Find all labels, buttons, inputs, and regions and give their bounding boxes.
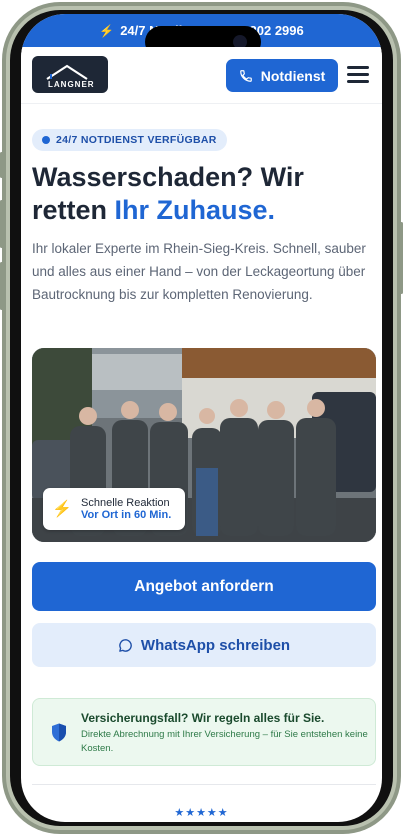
phone-screen: ⚡ 24/7 Notdienst: 0171 202 2996 LANGNER … (21, 14, 382, 822)
logo-wordmark: LANGNER (48, 80, 95, 89)
side-button-volume-up (0, 200, 3, 248)
hero-title-accent: Ihr Zuhause. (114, 195, 276, 225)
whatsapp-label: WhatsApp schreiben (140, 636, 291, 654)
quick-response-card: ⚡ Schnelle Reaktion Vor Ort in 60 Min. (43, 488, 185, 530)
quick-response-title: Schnelle Reaktion (81, 497, 170, 509)
phone-icon (239, 69, 252, 82)
hero-lead-text: Ihr lokaler Experte im Rhein-Sieg-Kreis.… (32, 241, 366, 302)
hero-title: Wasserschaden? Wir retten Ihr Zuhause. (32, 161, 372, 227)
notdienst-label: Notdienst (260, 67, 326, 84)
shield-icon (52, 723, 66, 742)
availability-badge: 24/7 NOTDIENST VERFÜGBAR (32, 129, 227, 151)
house-roof-icon (46, 64, 88, 80)
insurance-title: Versicherungsfall? Wir regeln alles für … (81, 711, 325, 725)
notdienst-button[interactable]: Notdienst (226, 59, 338, 92)
badge-label: 24/7 NOTDIENST VERFÜGBAR (56, 134, 217, 146)
section-divider (32, 784, 376, 785)
rating-stars: ★★★★★ (174, 807, 229, 819)
hamburger-icon[interactable] (347, 65, 369, 85)
bolt-icon: ⚡ (52, 501, 72, 518)
side-button-volume-down (0, 262, 3, 310)
phone-mockup: ⚡ 24/7 Notdienst: 0171 202 2996 LANGNER … (0, 0, 403, 836)
bolt-icon: ⚡ (99, 23, 115, 38)
quick-response-text: Schnelle Reaktion Vor Ort in 60 Min. (81, 497, 171, 521)
side-button-silent (0, 152, 3, 178)
status-dot-icon (42, 136, 50, 144)
insurance-text-block: Versicherungsfall? Wir regeln alles für … (81, 711, 371, 756)
whatsapp-button[interactable]: WhatsApp schreiben (32, 623, 376, 667)
quick-response-subtitle: Vor Ort in 60 Min. (81, 509, 172, 521)
site-header: LANGNER Notdienst (21, 47, 382, 104)
request-quote-button[interactable]: Angebot anfordern (32, 562, 376, 611)
insurance-description: Direkte Abrechnung mit Ihrer Versicherun… (81, 729, 368, 754)
chat-bubble-icon (119, 638, 132, 652)
insurance-notice: Versicherungsfall? Wir regeln alles für … (32, 698, 376, 766)
company-logo[interactable]: LANGNER (32, 56, 108, 93)
